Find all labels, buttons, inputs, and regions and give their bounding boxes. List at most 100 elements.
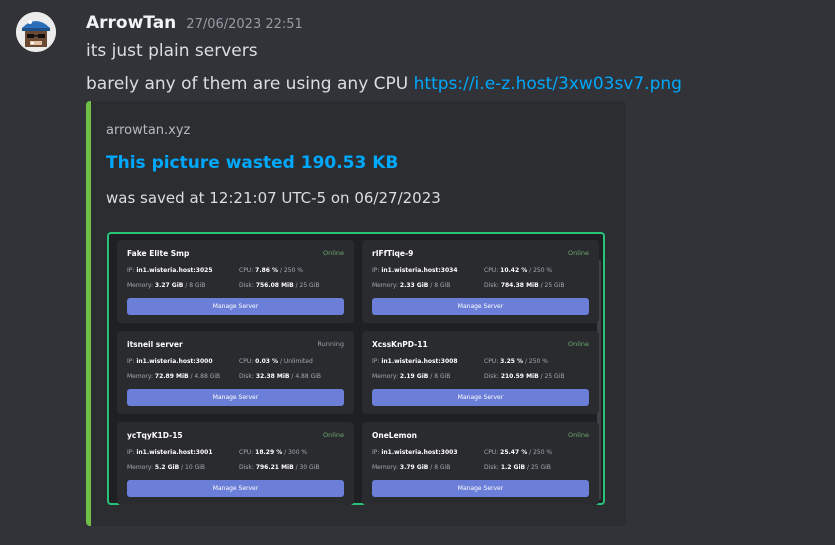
server-ip: IP: in1.wisteria.host:3000 [127, 358, 213, 365]
server-ip: IP: in1.wisteria.host:3003 [372, 449, 458, 456]
memory-label: Memory: [372, 464, 400, 471]
memory-value: 72.89 MiB [154, 373, 189, 380]
memory-label: Memory: [372, 373, 400, 380]
cpu-label: CPU: [484, 449, 501, 456]
cpu-limit: / 250 % [527, 449, 553, 456]
cpu-limit: / 250 % [278, 267, 303, 274]
server-cpu: CPU: 18.29 % / 300 % [239, 449, 307, 456]
memory-limit: / 8 GiB [428, 373, 451, 380]
disk-limit: / 25 GiB [538, 373, 565, 380]
ip-value: in1.wisteria.host:3003 [381, 449, 458, 456]
cpu-value: 0.03 % [255, 358, 279, 365]
server-memory: Memory: 2.33 GiB / 8 GiB [372, 282, 450, 289]
ip-label: IP: [372, 267, 382, 274]
server-disk: Disk: 32.38 MiB / 4.88 GiB [239, 373, 321, 380]
ip-value: in1.wisteria.host:3034 [381, 267, 458, 274]
server-name: rIFfTiqe-9 [372, 249, 414, 258]
cpu-limit: / 250 % [523, 358, 548, 365]
ip-label: IP: [127, 358, 137, 365]
memory-value: 2.19 GiB [399, 373, 429, 380]
server-status: Online [323, 431, 344, 439]
server-cpu: CPU: 0.03 % / Unlimited [239, 358, 313, 365]
disk-limit: / 25 GiB [538, 282, 565, 289]
server-ip: IP: in1.wisteria.host:3001 [127, 449, 213, 456]
memory-limit: / 4.88 GiB [188, 373, 221, 380]
manage-server-button[interactable]: Manage Server [127, 480, 344, 497]
server-card: itsneil server Running IP: in1.wisteria.… [117, 331, 354, 414]
ip-value: in1.wisteria.host:3001 [136, 449, 213, 456]
cpu-value: 3.25 % [500, 358, 524, 365]
ip-label: IP: [127, 267, 137, 274]
embed-description: was saved at 12:21:07 UTC-5 on 06/27/202… [106, 189, 441, 207]
disk-label: Disk: [239, 464, 256, 471]
memory-limit: / 10 GiB [179, 464, 205, 471]
memory-label: Memory: [127, 464, 155, 471]
ip-value: in1.wisteria.host:3000 [136, 358, 213, 365]
server-disk: Disk: 756.08 MiB / 25 GiB [239, 282, 319, 289]
server-disk: Disk: 796.21 MiB / 30 GiB [239, 464, 319, 471]
cpu-label: CPU: [239, 449, 256, 456]
ip-label: IP: [372, 358, 382, 365]
server-name: ycTqyK1D-15 [127, 431, 183, 440]
message-text-2: barely any of them are using any CPU htt… [86, 74, 682, 94]
server-card: ycTqyK1D-15 Online IP: in1.wisteria.host… [117, 422, 354, 505]
server-disk: Disk: 784.38 MiB / 25 GiB [484, 282, 564, 289]
disk-label: Disk: [484, 464, 501, 471]
message-text-2-content: barely any of them are using any CPU [86, 74, 414, 94]
message-timestamp: 27/06/2023 22:51 [186, 17, 303, 32]
manage-server-button[interactable]: Manage Server [372, 480, 589, 497]
disk-value: 784.38 MiB [500, 282, 539, 289]
disk-limit: / 30 GiB [293, 464, 320, 471]
memory-label: Memory: [127, 373, 155, 380]
server-memory: Memory: 2.19 GiB / 8 GiB [372, 373, 450, 380]
manage-server-button[interactable]: Manage Server [127, 298, 344, 315]
disk-value: 1.2 GiB [500, 464, 526, 471]
memory-label: Memory: [127, 282, 155, 289]
avatar-icon [16, 12, 56, 52]
cpu-label: CPU: [484, 267, 501, 274]
embed-title[interactable]: This picture wasted 190.53 KB [106, 153, 398, 173]
disk-value: 32.38 MiB [255, 373, 290, 380]
server-name: itsneil server [127, 340, 183, 349]
server-cpu: CPU: 25.47 % / 250 % [484, 449, 552, 456]
server-ip: IP: in1.wisteria.host:3025 [127, 267, 213, 274]
server-name: Fake Elite Smp [127, 249, 190, 258]
cpu-label: CPU: [239, 358, 256, 365]
cpu-label: CPU: [239, 267, 256, 274]
manage-server-button[interactable]: Manage Server [127, 389, 344, 406]
server-memory: Memory: 5.2 GiB / 10 GiB [127, 464, 205, 471]
server-status: Online [323, 249, 344, 257]
cpu-value: 25.47 % [500, 449, 528, 456]
user-avatar[interactable] [16, 12, 56, 52]
disk-limit: / 4.88 GiB [289, 373, 322, 380]
memory-value: 3.79 GiB [399, 464, 429, 471]
memory-limit: / 8 GiB [183, 282, 206, 289]
link-embed: arrowtan.xyz This picture wasted 190.53 … [86, 101, 626, 526]
cpu-value: 10.42 % [500, 267, 528, 274]
disk-limit: / 25 GiB [293, 282, 320, 289]
disk-label: Disk: [239, 282, 256, 289]
disk-label: Disk: [484, 282, 501, 289]
cpu-label: CPU: [484, 358, 501, 365]
ip-label: IP: [127, 449, 137, 456]
cpu-value: 7.86 % [255, 267, 279, 274]
manage-server-button[interactable]: Manage Server [372, 389, 589, 406]
server-status: Running [317, 340, 344, 348]
disk-limit: / 25 GiB [525, 464, 551, 471]
embed-image[interactable]: Fake Elite Smp Online IP: in1.wisteria.h… [107, 232, 605, 505]
server-status: Online [568, 340, 589, 348]
disk-label: Disk: [239, 373, 256, 380]
memory-limit: / 8 GiB [428, 464, 451, 471]
ip-label: IP: [372, 449, 382, 456]
server-cpu: CPU: 3.25 % / 250 % [484, 358, 548, 365]
server-status: Online [568, 249, 589, 257]
server-cpu: CPU: 7.86 % / 250 % [239, 267, 303, 274]
cpu-limit: / Unlimited [278, 358, 313, 365]
disk-label: Disk: [484, 373, 501, 380]
embed-provider[interactable]: arrowtan.xyz [106, 123, 190, 138]
manage-server-button[interactable]: Manage Server [372, 298, 589, 315]
message-link[interactable]: https://i.e-z.host/3xw03sv7.png [414, 74, 682, 94]
disk-value: 796.21 MiB [255, 464, 294, 471]
username[interactable]: ArrowTan [86, 13, 176, 33]
server-card: Fake Elite Smp Online IP: in1.wisteria.h… [117, 240, 354, 323]
